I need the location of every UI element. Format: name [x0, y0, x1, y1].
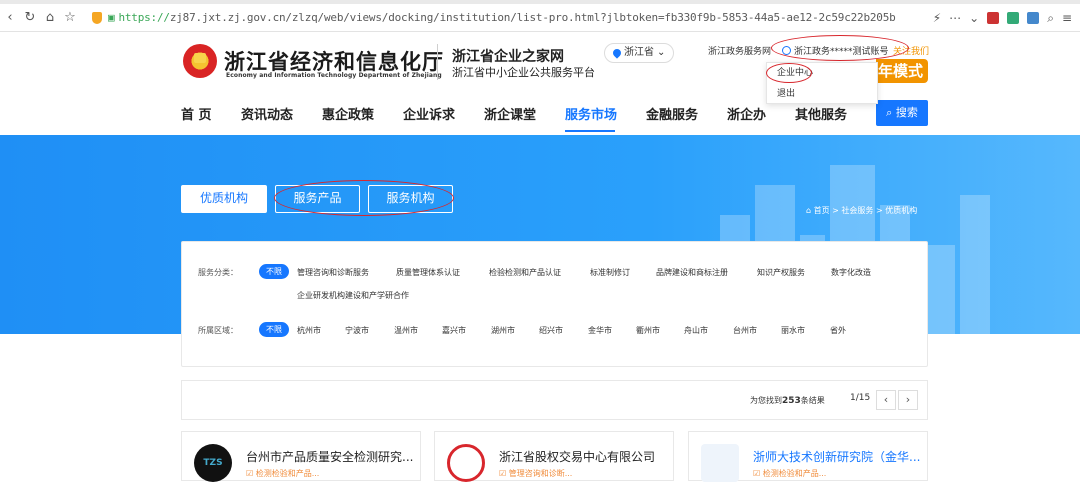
category-chip[interactable]: 企业研发机构建设和产学研合作: [297, 290, 409, 301]
region-chip[interactable]: 嘉兴市: [442, 325, 466, 336]
url-protocol: https://: [118, 11, 170, 24]
lightning-icon[interactable]: ⚡: [933, 11, 941, 25]
category-label: 服务分类：: [198, 268, 238, 277]
nav-item-service-market[interactable]: 服务市场: [565, 104, 617, 123]
region-chip[interactable]: 宁波市: [345, 325, 369, 336]
extension-icon[interactable]: [1007, 12, 1020, 24]
reload-icon[interactable]: ↻: [20, 10, 40, 25]
search-icon: ⌕: [886, 106, 893, 119]
card-title[interactable]: 浙江省股权交易中心有限公司: [499, 448, 655, 465]
main-nav: 首 页 资讯动态 惠企政策 企业诉求 浙企课堂 服务市场 金融服务 浙企办 其他…: [180, 100, 930, 136]
nav-item-zheqiban[interactable]: 浙企办: [727, 104, 766, 123]
location-pin-icon: [611, 47, 623, 59]
next-page-button[interactable]: ›: [898, 390, 918, 410]
card-tag: ☑ 检测检验和产品...: [753, 469, 827, 478]
category-chip[interactable]: 标准制修订: [590, 267, 630, 278]
platform-title: 浙江省企业之家网: [452, 49, 564, 65]
chevron-down-icon: ⌄: [657, 47, 666, 58]
result-suffix: 条结果: [800, 396, 825, 405]
platform-subtitle: 浙江省中小企业公共服务平台: [452, 66, 595, 79]
region-chip[interactable]: 丽水市: [781, 325, 805, 336]
breadcrumb-text[interactable]: 首页 > 社会服务 > 优质机构: [814, 206, 918, 215]
category-chip[interactable]: 质量管理体系认证: [396, 267, 460, 278]
region-chip[interactable]: 绍兴市: [539, 325, 563, 336]
result-bar: 为您找到253条结果 1/15 ‹ ›: [181, 380, 928, 420]
more-icon[interactable]: ⋯: [949, 11, 961, 25]
region-selector[interactable]: 浙江省 ⌄: [604, 43, 675, 63]
menu-item-logout[interactable]: 退出: [767, 84, 877, 105]
category-chip[interactable]: 检验检测和产品认证: [489, 267, 561, 278]
institution-card[interactable]: 浙江省股权交易中心有限公司 ☑ 管理咨询和诊断...: [434, 431, 674, 482]
favorite-icon[interactable]: ☆: [60, 10, 80, 25]
back-icon[interactable]: ‹: [0, 10, 20, 25]
extension-icon[interactable]: [1027, 12, 1040, 24]
annotation-circle: [766, 63, 812, 83]
region-chip[interactable]: 金华市: [588, 325, 612, 336]
card-tag: ☑ 检测检验和产品...: [246, 469, 320, 478]
institution-card[interactable]: 浙师大技术创新研究院（金华... ☑ 检测检验和产品...: [688, 431, 928, 482]
annotation-circle: [274, 180, 454, 216]
menu-icon[interactable]: ≡: [1062, 11, 1072, 25]
url-text: zj87.jxt.zj.gov.cn/zlzq/web/views/dockin…: [169, 11, 896, 24]
nav-item-appeal[interactable]: 企业诉求: [403, 104, 455, 123]
elder-mode-button[interactable]: 年模式: [876, 59, 928, 83]
category-chip[interactable]: 不限: [259, 264, 289, 279]
region-label: 浙江省: [624, 47, 654, 58]
chevron-down-icon[interactable]: ⌄: [969, 11, 979, 25]
category-chip[interactable]: 管理咨询和诊断服务: [297, 267, 369, 278]
region-chip[interactable]: 衢州市: [636, 325, 660, 336]
national-emblem-icon: [183, 44, 217, 78]
org-name-en: Economy and Information Technology Depar…: [226, 72, 442, 79]
nav-item-classroom[interactable]: 浙企课堂: [484, 104, 536, 123]
category-chip[interactable]: 知识产权服务: [757, 267, 805, 278]
annotation-circle: [771, 35, 909, 61]
home-icon[interactable]: ⌂: [40, 10, 60, 25]
category-chip[interactable]: 品牌建设和商标注册: [656, 267, 728, 278]
result-prefix: 为您找到: [750, 396, 782, 405]
extension-icon[interactable]: [987, 12, 1000, 24]
category-chip[interactable]: 数字化改造: [831, 267, 871, 278]
nav-item-news[interactable]: 资讯动态: [241, 104, 293, 123]
shield-icon: [92, 11, 102, 24]
result-count: 253: [782, 396, 801, 406]
nav-item-home[interactable]: 首 页: [181, 104, 212, 123]
gov-service-link[interactable]: 浙江政务服务网: [708, 44, 771, 57]
nav-item-other[interactable]: 其他服务: [795, 104, 847, 123]
active-nav-underline: [565, 130, 615, 132]
card-title[interactable]: 台州市产品质量安全检测研究...: [246, 448, 413, 465]
region-chip[interactable]: 舟山市: [684, 325, 708, 336]
result-count-text: 为您找到253条结果: [750, 395, 825, 406]
region-chip[interactable]: 省外: [830, 325, 846, 336]
institution-logo: TZS: [194, 444, 232, 482]
tab-quality-institutions[interactable]: 优质机构: [181, 185, 267, 213]
card-title[interactable]: 浙师大技术创新研究院（金华...: [753, 448, 920, 465]
search-button[interactable]: ⌕ 搜索: [876, 100, 928, 126]
region-chip[interactable]: 杭州市: [297, 325, 321, 336]
breadcrumb: ⌂ 首页 > 社会服务 > 优质机构: [806, 205, 917, 216]
nav-item-finance[interactable]: 金融服务: [646, 104, 698, 123]
institution-card[interactable]: TZS 台州市产品质量安全检测研究... ☑ 检测检验和产品...: [181, 431, 421, 482]
region-chip[interactable]: 温州市: [394, 325, 418, 336]
region-label: 所属区域：: [198, 326, 238, 335]
page-indicator: 1/15: [850, 393, 871, 403]
region-chip[interactable]: 湖州市: [491, 325, 515, 336]
divider: [437, 44, 438, 80]
nav-item-policy[interactable]: 惠企政策: [322, 104, 374, 123]
institution-logo: [447, 444, 485, 482]
prev-page-button[interactable]: ‹: [876, 390, 896, 410]
lock-icon: ▣: [108, 11, 115, 24]
search-icon[interactable]: ⌕: [1047, 11, 1054, 26]
region-chip[interactable]: 台州市: [733, 325, 757, 336]
card-tag: ☑ 管理咨询和诊断...: [499, 469, 573, 478]
browser-toolbar: ‹ ↻ ⌂ ☆ ▣ https:// zj87.jxt.zj.gov.cn/zl…: [0, 4, 1080, 32]
home-icon: ⌂: [806, 206, 812, 215]
region-chip[interactable]: 不限: [259, 322, 289, 337]
filter-panel: 服务分类： 不限 管理咨询和诊断服务 质量管理体系认证 检验检测和产品认证 标准…: [181, 241, 928, 367]
address-bar[interactable]: ▣ https:// zj87.jxt.zj.gov.cn/zlzq/web/v…: [92, 11, 896, 24]
site-header: 浙江省经济和信息化厅 Economy and Information Techn…: [0, 32, 1080, 135]
search-label: 搜索: [895, 106, 918, 119]
institution-logo: [701, 444, 739, 482]
